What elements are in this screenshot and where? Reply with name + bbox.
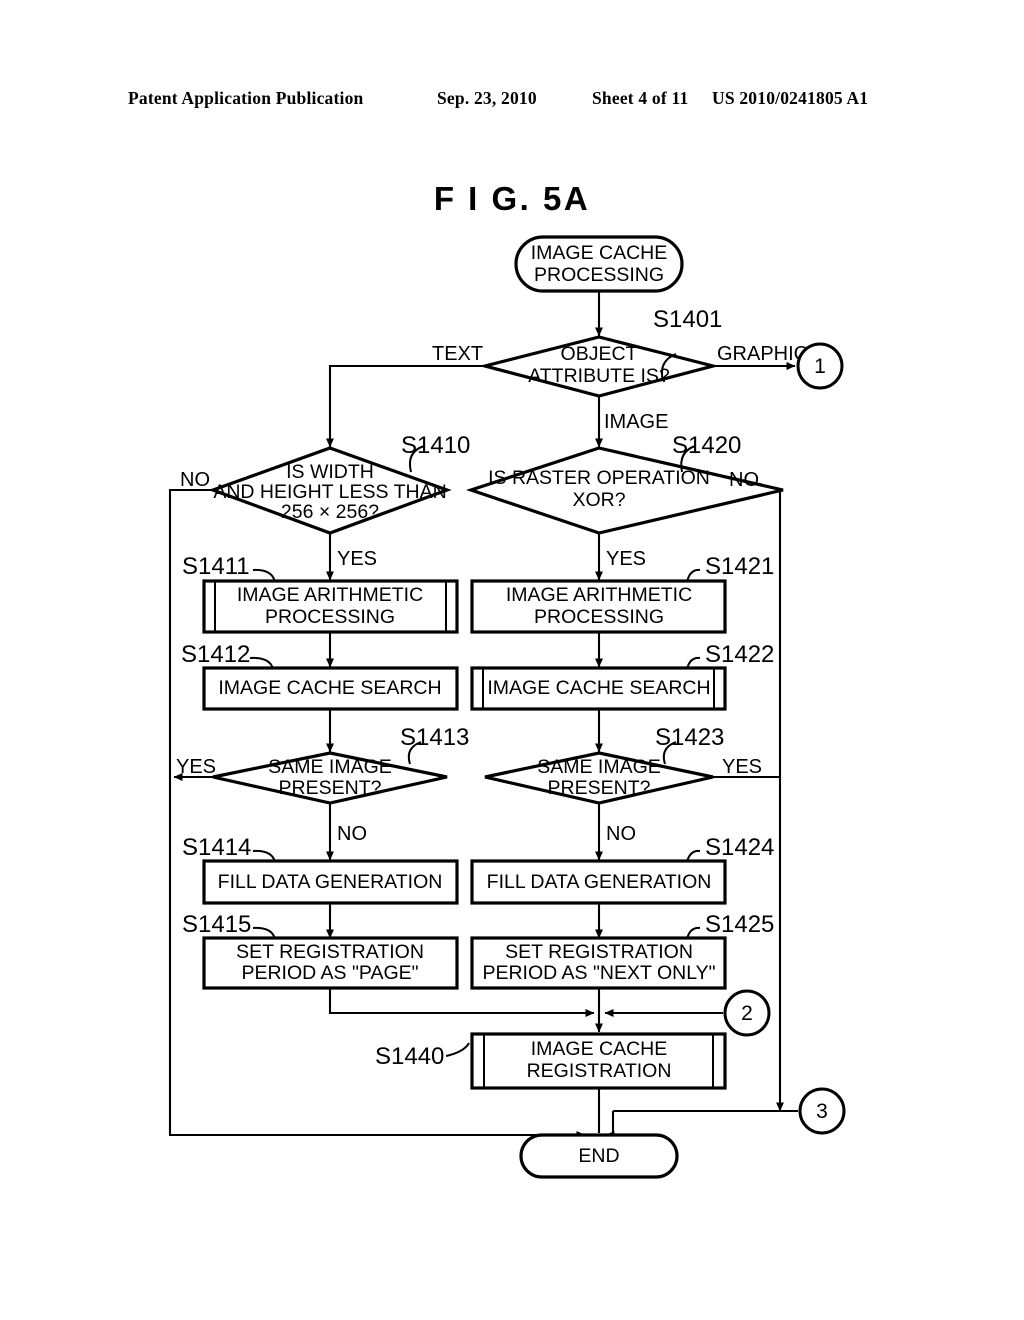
node-start-line1: IMAGE CACHE (531, 242, 668, 264)
branch-label-s1413-no: NO (337, 823, 367, 845)
step-id-s1410: S1410 (401, 432, 470, 459)
node-s1425-line2: PERIOD AS "NEXT ONLY" (482, 962, 715, 984)
step-id-s1413: S1413 (400, 724, 469, 751)
node-s1420-line2: XOR? (572, 489, 625, 511)
node-s1411-line1: IMAGE ARITHMETIC (237, 584, 423, 606)
node-s1414-line1: FILL DATA GENERATION (218, 871, 443, 893)
node-s1410-line1: IS WIDTH (286, 461, 374, 483)
connector-3: 3 (798, 1087, 846, 1135)
step-id-s1425: S1425 (705, 911, 774, 938)
node-s1440-line2: REGISTRATION (527, 1060, 672, 1082)
node-s1415-line2: PERIOD AS "PAGE" (241, 962, 418, 984)
connector-3-label: 3 (816, 1100, 828, 1123)
node-s1411-line2: PROCESSING (265, 606, 395, 628)
node-s1440: IMAGE CACHE REGISTRATION S1440 (375, 1032, 727, 1090)
connector-2-label: 2 (741, 1002, 753, 1025)
step-id-s1411: S1411 (182, 553, 250, 580)
step-id-s1415: S1415 (182, 911, 251, 938)
node-s1423-line1: SAME IMAGE (537, 756, 661, 778)
node-s1410-line3: 256 × 256? (281, 501, 379, 523)
branch-label-s1410-no: NO (180, 469, 210, 491)
step-id-s1440: S1440 (375, 1043, 444, 1070)
step-id-s1420: S1420 (672, 432, 741, 459)
node-s1425: SET REGISTRATION PERIOD AS "NEXT ONLY" S… (470, 911, 774, 990)
branch-label-s1401-image: IMAGE (604, 411, 668, 433)
node-s1421-line1: IMAGE ARITHMETIC (506, 584, 692, 606)
branch-label-s1420-yes: YES (606, 548, 646, 570)
connector-2: 2 (723, 989, 771, 1037)
node-s1423: SAME IMAGE PRESENT? S1423 YES NO (484, 724, 762, 845)
step-id-s1423: S1423 (655, 724, 724, 751)
node-s1412-line1: IMAGE CACHE SEARCH (218, 677, 441, 699)
node-s1422: IMAGE CACHE SEARCH S1422 (470, 641, 774, 711)
node-s1423-line2: PRESENT? (548, 777, 651, 799)
connector-1-label: 1 (814, 355, 826, 378)
node-end-line1: END (578, 1145, 619, 1167)
node-end: END (519, 1133, 679, 1179)
step-id-s1412: S1412 (181, 641, 250, 668)
branch-label-s1401-text: TEXT (432, 343, 483, 365)
branch-label-s1410-yes: YES (337, 548, 377, 570)
step-id-s1401: S1401 (653, 306, 722, 333)
branch-label-s1413-yes: YES (176, 756, 216, 778)
branch-label-s1423-yes: YES (722, 756, 762, 778)
node-s1410: IS WIDTH AND HEIGHT LESS THAN 256 × 256?… (180, 432, 470, 570)
node-s1414: FILL DATA GENERATION S1414 (182, 834, 459, 905)
node-s1412: IMAGE CACHE SEARCH S1412 (181, 641, 459, 711)
node-s1411: IMAGE ARITHMETIC PROCESSING S1411 (182, 553, 459, 634)
node-s1401-line2: ATTRIBUTE IS? (528, 365, 670, 387)
node-s1424-line1: FILL DATA GENERATION (487, 871, 712, 893)
node-s1415-line1: SET REGISTRATION (236, 941, 424, 963)
node-start-line2: PROCESSING (534, 264, 664, 286)
branch-label-s1401-graphic: GRAPHIC (717, 343, 808, 365)
step-id-s1421: S1421 (705, 553, 774, 580)
node-start: IMAGE CACHE PROCESSING (514, 235, 684, 293)
flowchart-diagram: IMAGE CACHE PROCESSING OBJECT ATTRIBUTE … (168, 235, 846, 1179)
node-s1420-line1: IS RASTER OPERATION (488, 467, 710, 489)
node-s1413-line2: PRESENT? (279, 777, 382, 799)
step-id-s1424: S1424 (705, 834, 774, 861)
node-s1440-line1: IMAGE CACHE (531, 1038, 668, 1060)
node-s1413-line1: SAME IMAGE (268, 756, 392, 778)
branch-label-s1420-no: NO (729, 469, 759, 491)
node-s1421-line2: PROCESSING (534, 606, 664, 628)
node-s1422-line1: IMAGE CACHE SEARCH (487, 677, 710, 699)
node-s1425-line1: SET REGISTRATION (505, 941, 693, 963)
step-id-s1414: S1414 (182, 834, 251, 861)
node-s1401-line1: OBJECT (561, 343, 638, 365)
node-s1420: IS RASTER OPERATION XOR? S1420 NO YES (465, 432, 784, 570)
node-s1401: OBJECT ATTRIBUTE IS? S1401 TEXT GRAPHIC … (432, 306, 808, 433)
node-s1415: SET REGISTRATION PERIOD AS "PAGE" S1415 (182, 911, 459, 990)
node-s1413: SAME IMAGE PRESENT? S1413 YES NO (176, 724, 469, 845)
patent-figure-page: Patent Application Publication Sep. 23, … (0, 0, 1024, 1320)
step-id-s1422: S1422 (705, 641, 774, 668)
branch-label-s1423-no: NO (606, 823, 636, 845)
connector-1: 1 (796, 342, 844, 390)
node-s1410-line2: AND HEIGHT LESS THAN (213, 481, 446, 503)
